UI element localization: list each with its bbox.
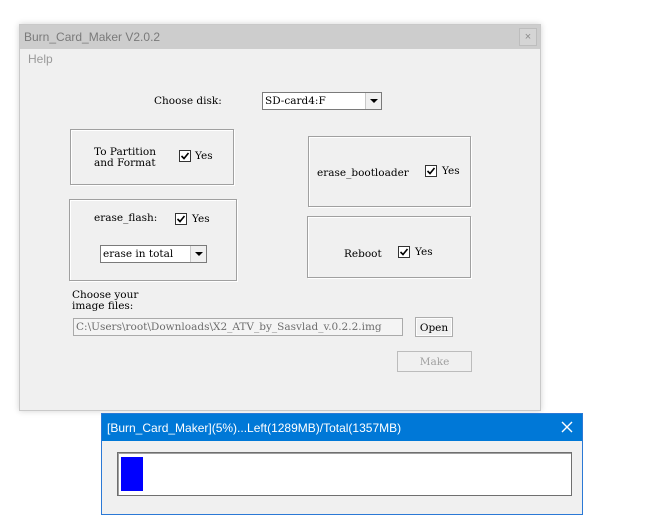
- menu-help[interactable]: Help: [28, 52, 53, 66]
- choose-disk-label: Choose disk:: [154, 95, 222, 107]
- erase-flash-label: erase_flash:: [94, 212, 158, 224]
- check-icon: [176, 215, 186, 223]
- image-path-input[interactable]: C:\Users\root\Downloads\X2_ATV_by_Sasvla…: [73, 318, 403, 336]
- disk-select[interactable]: SD-card4:F: [262, 92, 382, 110]
- close-icon[interactable]: [560, 420, 574, 434]
- progress-bar: [117, 452, 572, 496]
- reboot-group: [307, 216, 471, 278]
- check-icon: [426, 167, 436, 175]
- erase-bootloader-checkbox[interactable]: [425, 165, 437, 177]
- reboot-checkbox[interactable]: [398, 246, 410, 258]
- reboot-label: Reboot: [344, 248, 382, 260]
- check-icon: [180, 152, 190, 160]
- open-button[interactable]: Open: [415, 317, 453, 337]
- menu-bar: Help: [20, 49, 540, 69]
- erase-bootloader-label: erase_bootloader: [317, 167, 409, 179]
- main-window: Burn_Card_Maker V2.0.2 × Help Choose dis…: [19, 24, 541, 411]
- chevron-down-icon[interactable]: [190, 246, 206, 262]
- partition-label-line2: and Format: [94, 157, 156, 169]
- partition-yes-label: Yes: [195, 150, 213, 162]
- make-button[interactable]: Make: [397, 351, 472, 372]
- progress-title-bar: [Burn_Card_Maker](5%)...Left(1289MB)/Tot…: [102, 414, 582, 441]
- erase-mode-value: erase in total: [103, 248, 174, 260]
- partition-checkbox[interactable]: [179, 150, 191, 162]
- reboot-yes-label: Yes: [415, 246, 433, 258]
- image-label-line2: image files:: [72, 300, 134, 312]
- window-title: Burn_Card_Maker V2.0.2: [24, 30, 161, 44]
- chevron-down-icon[interactable]: [365, 93, 381, 109]
- title-bar: Burn_Card_Maker V2.0.2 ×: [20, 25, 540, 49]
- open-button-label: Open: [419, 322, 449, 334]
- erase-mode-select[interactable]: erase in total: [100, 245, 207, 263]
- close-icon[interactable]: ×: [519, 28, 537, 46]
- erase-flash-yes-label: Yes: [192, 213, 210, 225]
- check-icon: [399, 248, 409, 256]
- progress-window: [Burn_Card_Maker](5%)...Left(1289MB)/Tot…: [101, 413, 583, 515]
- disk-select-value: SD-card4:F: [265, 95, 326, 107]
- progress-title: [Burn_Card_Maker](5%)...Left(1289MB)/Tot…: [107, 421, 402, 435]
- image-path-value: C:\Users\root\Downloads\X2_ATV_by_Sasvla…: [76, 321, 382, 333]
- erase-bootloader-yes-label: Yes: [442, 165, 460, 177]
- progress-bar-fill: [121, 457, 143, 491]
- erase-flash-checkbox[interactable]: [175, 213, 187, 225]
- make-button-label: Make: [419, 356, 450, 368]
